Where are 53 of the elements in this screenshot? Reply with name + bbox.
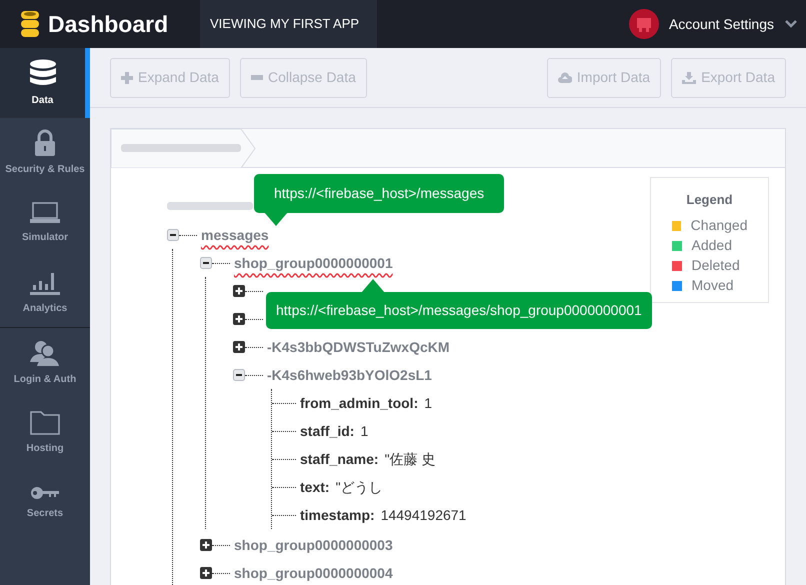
sidebar-item[interactable]: Security & Rules xyxy=(0,118,90,188)
collapse-toggle[interactable] xyxy=(200,257,212,269)
field-value: "佐藤 史 xyxy=(384,450,436,468)
node-key[interactable]: messages xyxy=(201,224,269,246)
expand-toggle[interactable] xyxy=(200,567,212,579)
download-tray-icon xyxy=(682,72,696,84)
sidebar-item[interactable]: Analytics xyxy=(0,258,90,328)
field-value: "どうし xyxy=(336,478,383,496)
collapse-toggle[interactable] xyxy=(233,369,245,381)
field-key: staff_id: xyxy=(300,420,354,442)
field-key: staff_name: xyxy=(300,448,379,470)
field-value: 1 xyxy=(360,422,368,440)
legend-label: Moved xyxy=(692,276,734,295)
sidebar-item[interactable]: Data xyxy=(0,48,90,118)
legend-label: Deleted xyxy=(692,256,740,275)
folder-icon xyxy=(30,410,60,434)
sidebar-item[interactable]: Login & Auth xyxy=(0,328,90,398)
laptop-icon xyxy=(30,202,60,224)
account-settings-link[interactable]: Account Settings xyxy=(668,14,774,34)
node-key[interactable]: -K4s6hweb93bYOlO2sL1 xyxy=(267,364,432,386)
avatar-icon[interactable] xyxy=(628,9,659,39)
chevron-down-icon[interactable] xyxy=(784,19,798,29)
field-key: timestamp: xyxy=(300,504,375,526)
key-icon xyxy=(30,486,60,500)
app-title: Dashboard xyxy=(48,10,168,39)
tooltip-pointer-icon xyxy=(264,212,288,226)
field-key: from_admin_tool: xyxy=(300,392,418,414)
expand-toggle[interactable] xyxy=(233,313,245,325)
collapse-toggle[interactable] xyxy=(167,229,179,241)
field-key: text: xyxy=(300,476,330,498)
legend-label: Added xyxy=(692,236,732,255)
field-value: 14494192671 xyxy=(380,506,466,524)
expand-toggle[interactable] xyxy=(200,539,212,551)
database-icon xyxy=(20,10,40,38)
node-key[interactable]: shop_group0000000004 xyxy=(234,562,393,584)
minus-icon xyxy=(250,75,263,80)
lock-icon xyxy=(35,129,55,156)
database-icon xyxy=(28,58,56,86)
app-tab[interactable]: VIEWING MY FIRST APP xyxy=(200,0,377,48)
node-key[interactable]: shop_group0000000003 xyxy=(234,534,393,556)
plus-icon xyxy=(121,72,133,84)
legend-title: Legend xyxy=(686,191,733,209)
legend-label: Changed xyxy=(690,216,748,235)
users-icon xyxy=(30,340,60,366)
sidebar-item[interactable]: Secrets xyxy=(0,468,90,538)
node-key[interactable]: shop_group0000000001 xyxy=(234,252,393,274)
node-key[interactable]: -K4s3bbQDWSTuZwxQcKM xyxy=(267,336,450,358)
cloud-upload-icon xyxy=(558,72,572,83)
expand-toggle[interactable] xyxy=(233,341,245,353)
field-value: 1 xyxy=(424,394,432,412)
expand-toggle[interactable] xyxy=(233,285,245,297)
sidebar-item[interactable]: Hosting xyxy=(0,398,90,468)
sidebar-item[interactable]: Simulator xyxy=(0,188,90,258)
